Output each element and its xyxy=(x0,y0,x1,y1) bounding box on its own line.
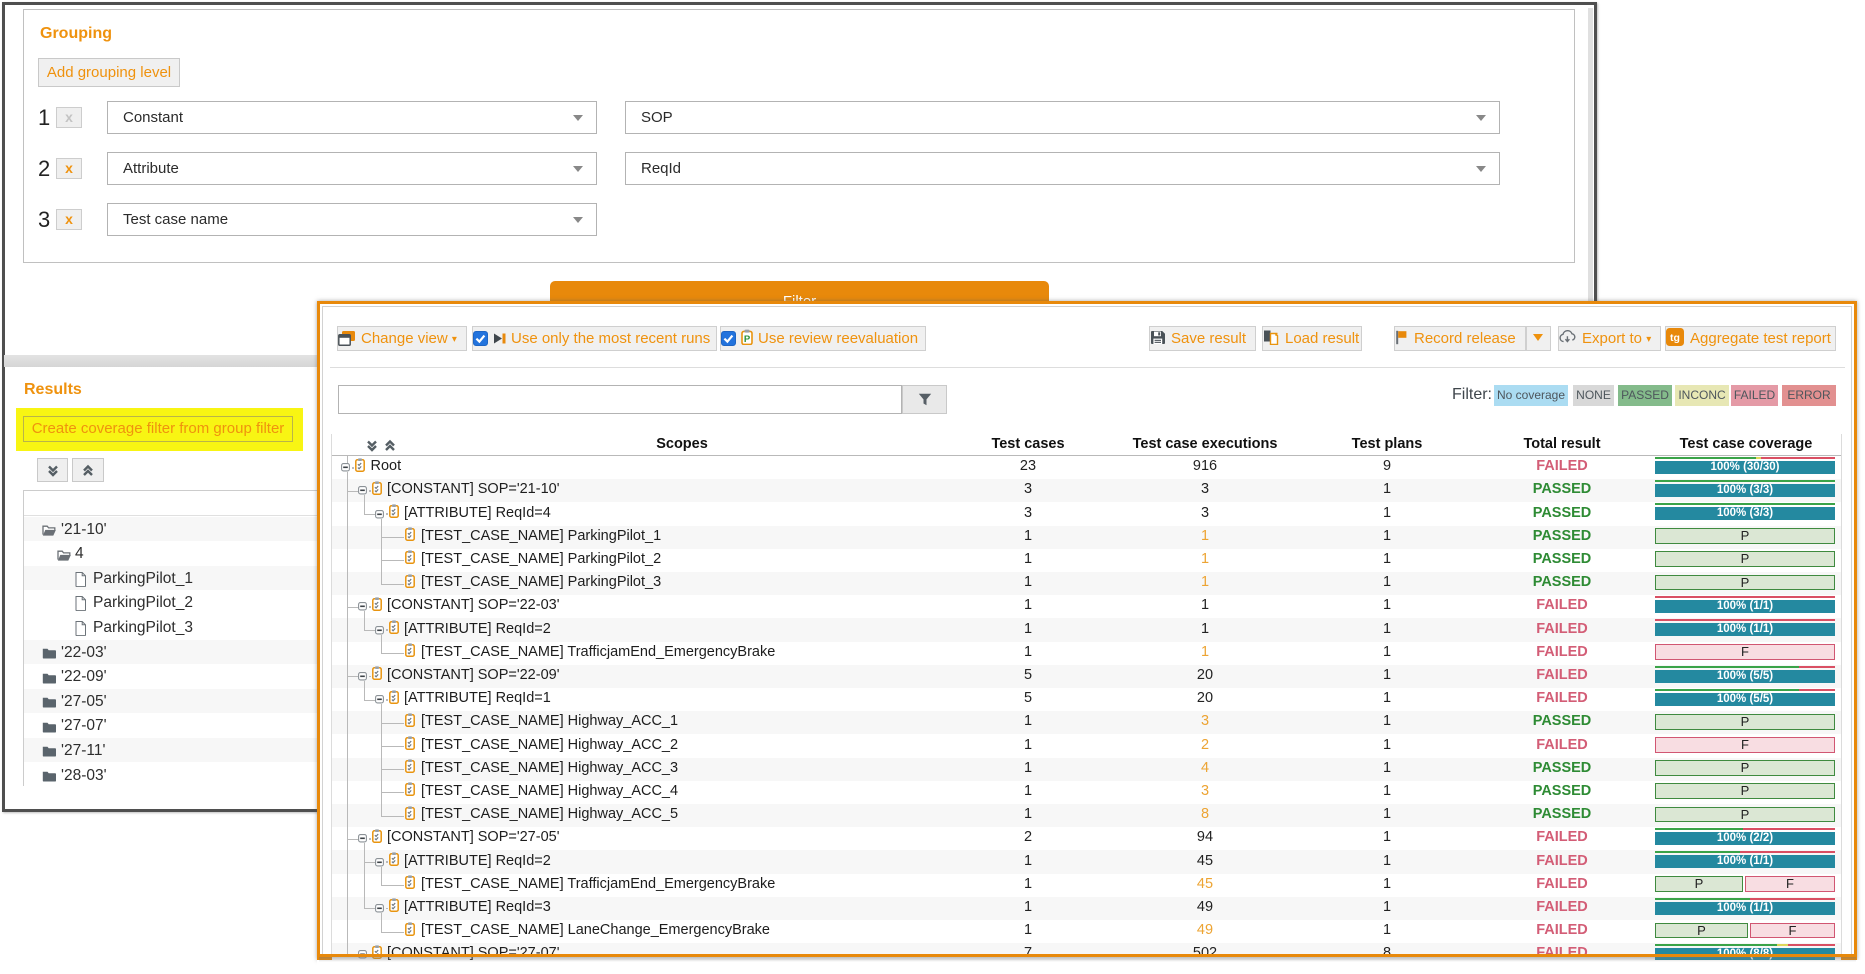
svg-text:tg: tg xyxy=(1670,332,1680,344)
svg-text:P: P xyxy=(744,334,751,345)
